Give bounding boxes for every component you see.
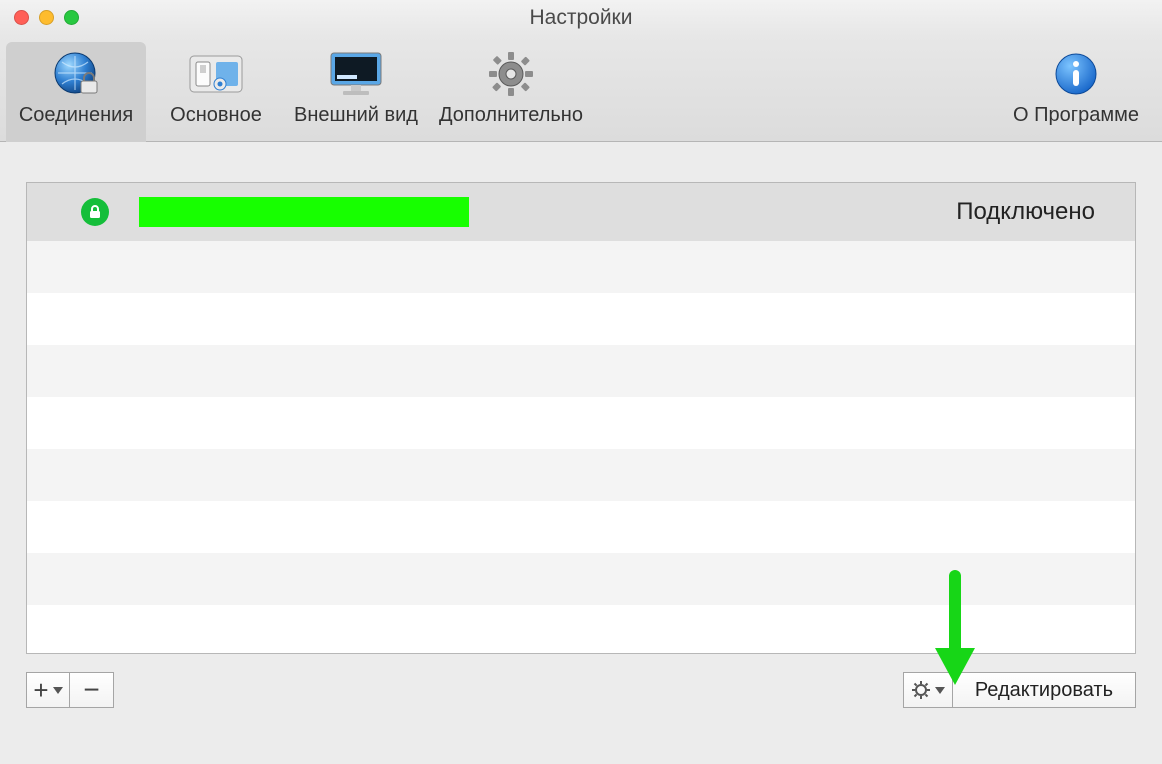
remove-connection-button[interactable]: − xyxy=(70,672,114,708)
tab-connections-label: Соединения xyxy=(19,104,133,127)
empty-row xyxy=(27,501,1135,553)
tab-about[interactable]: О Программе xyxy=(996,42,1156,142)
zoom-window-button[interactable] xyxy=(64,10,79,25)
info-icon xyxy=(996,46,1156,102)
traffic-lights xyxy=(14,10,79,25)
connections-list[interactable]: Подключено xyxy=(26,182,1136,654)
display-icon xyxy=(286,46,426,102)
preferences-toolbar: Соединения Основное xyxy=(0,36,1162,142)
empty-row xyxy=(27,241,1135,293)
plus-icon: + xyxy=(33,677,48,703)
actions-menu-button[interactable] xyxy=(903,672,953,708)
tab-about-label: О Программе xyxy=(1013,104,1139,127)
empty-row xyxy=(27,293,1135,345)
empty-row xyxy=(27,345,1135,397)
titlebar: Настройки xyxy=(0,0,1162,36)
tab-general[interactable]: Основное xyxy=(146,42,286,142)
tab-general-label: Основное xyxy=(170,104,262,127)
globe-network-icon xyxy=(6,46,146,102)
list-actions-bar: + − xyxy=(0,654,1162,708)
connections-pane: Подключено xyxy=(0,142,1162,654)
gear-small-icon xyxy=(911,680,931,700)
tab-advanced[interactable]: Дополнительно xyxy=(426,42,596,142)
connection-name-redacted xyxy=(139,197,469,227)
close-window-button[interactable] xyxy=(14,10,29,25)
gear-icon xyxy=(426,46,596,102)
connection-row[interactable]: Подключено xyxy=(27,183,1135,241)
empty-row xyxy=(27,553,1135,605)
add-connection-button[interactable]: + xyxy=(26,672,70,708)
empty-row xyxy=(27,449,1135,501)
edit-button-label: Редактировать xyxy=(975,679,1113,702)
add-remove-group: + − xyxy=(26,672,114,708)
preferences-window: Настройки xyxy=(0,0,1162,764)
connection-status: Подключено xyxy=(956,198,1095,226)
tab-advanced-label: Дополнительно xyxy=(439,104,583,127)
edit-button[interactable]: Редактировать xyxy=(953,672,1136,708)
minimize-window-button[interactable] xyxy=(39,10,54,25)
switch-icon xyxy=(146,46,286,102)
empty-row xyxy=(27,397,1135,449)
window-title: Настройки xyxy=(530,6,633,30)
lock-icon xyxy=(81,198,109,226)
tab-appearance[interactable]: Внешний вид xyxy=(286,42,426,142)
minus-icon: − xyxy=(83,676,99,704)
chevron-down-icon xyxy=(935,687,945,694)
tab-connections[interactable]: Соединения xyxy=(6,42,146,142)
tab-appearance-label: Внешний вид xyxy=(294,104,418,127)
